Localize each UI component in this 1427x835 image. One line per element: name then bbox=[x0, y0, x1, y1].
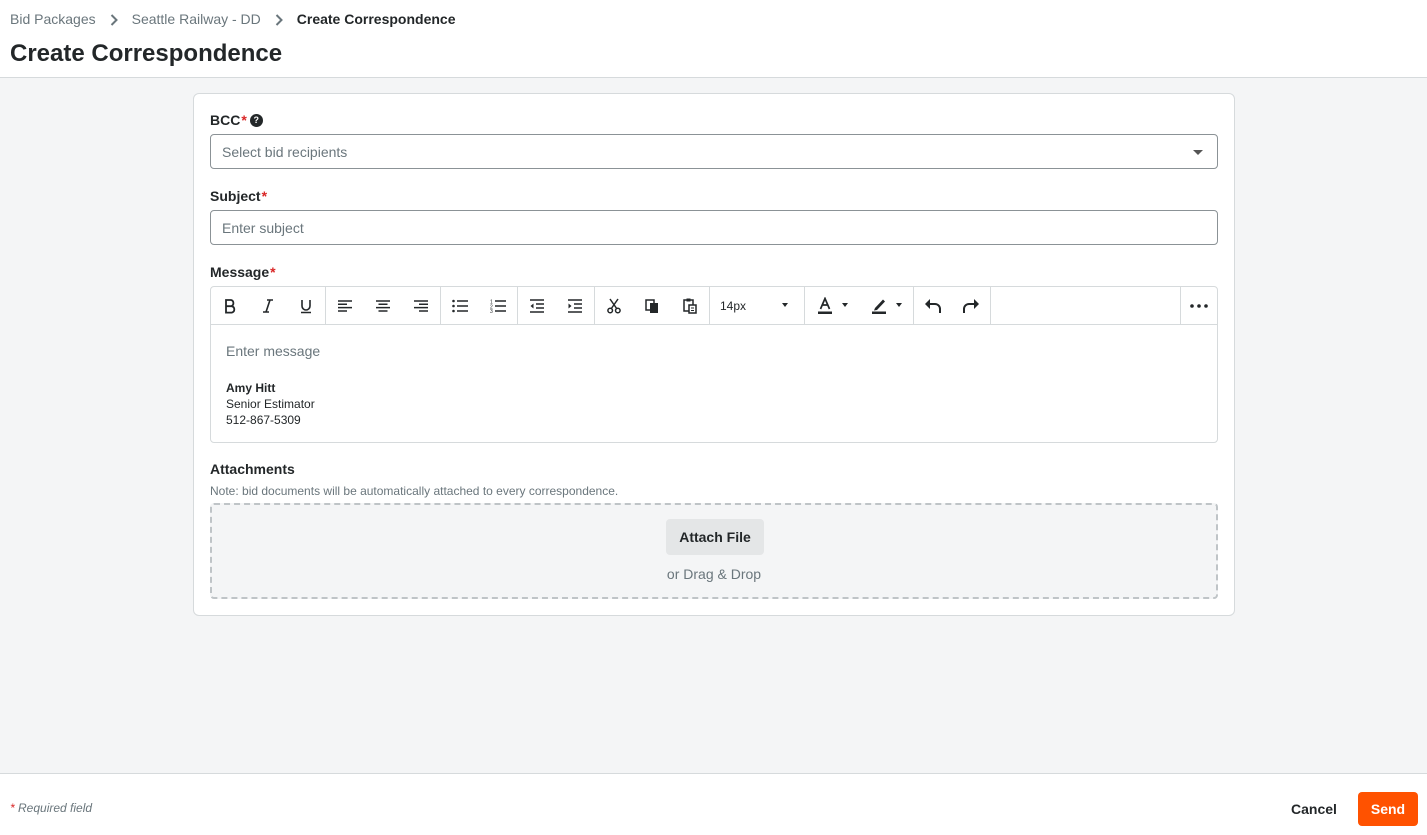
more-icon[interactable] bbox=[1181, 287, 1217, 324]
redo-icon[interactable] bbox=[952, 287, 990, 324]
attach-file-button[interactable]: Attach File bbox=[666, 519, 764, 555]
required-marker: * bbox=[270, 264, 276, 280]
align-left-icon[interactable] bbox=[326, 287, 364, 324]
caret-down-icon bbox=[842, 303, 848, 307]
bcc-recipients-select[interactable]: Select bid recipients bbox=[210, 134, 1218, 169]
file-dropzone[interactable]: Attach File or Drag & Drop bbox=[210, 503, 1218, 599]
align-center-icon[interactable] bbox=[364, 287, 402, 324]
signature-name: Amy Hitt bbox=[226, 381, 276, 395]
chevron-right-icon bbox=[96, 11, 132, 27]
subject-label-text: Subject bbox=[210, 188, 261, 204]
subject-label: Subject * bbox=[210, 188, 267, 204]
font-size-group: 14px bbox=[710, 287, 805, 324]
message-label: Message * bbox=[210, 264, 276, 280]
chevron-right-icon bbox=[261, 11, 297, 27]
message-editor: 123 14px Enter message Amy Hitt Senior E… bbox=[210, 286, 1218, 443]
question-circle-icon[interactable]: ? bbox=[249, 113, 263, 127]
highlight-color-button[interactable] bbox=[859, 287, 913, 324]
font-color-icon bbox=[818, 296, 832, 314]
font-size-value: 14px bbox=[720, 298, 747, 313]
breadcrumb: Bid Packages Seattle Railway - DD Create… bbox=[10, 10, 455, 28]
svg-text:3: 3 bbox=[490, 309, 493, 313]
signature-phone: 512-867-5309 bbox=[226, 413, 301, 427]
email-signature: Amy Hitt Senior Estimator 512-867-5309 bbox=[226, 380, 320, 428]
message-placeholder: Enter message bbox=[226, 343, 321, 359]
message-label-text: Message bbox=[210, 264, 270, 280]
bcc-label-text: BCC bbox=[210, 112, 241, 128]
required-note-text: Required field bbox=[18, 801, 93, 815]
copy-icon[interactable] bbox=[633, 287, 671, 324]
correspondence-form: BCC* ? Select bid recipients Subject* Me… bbox=[193, 93, 1235, 616]
caret-down-icon bbox=[1193, 150, 1203, 155]
color-group bbox=[805, 287, 914, 324]
paste-icon[interactable] bbox=[671, 287, 709, 324]
history-group bbox=[914, 287, 991, 324]
indent-group bbox=[518, 287, 595, 324]
font-color-button[interactable] bbox=[805, 287, 859, 324]
breadcrumb-item-bid-packages[interactable]: Bid Packages bbox=[10, 11, 96, 27]
italic-icon[interactable] bbox=[249, 287, 287, 324]
bcc-select-placeholder: Select bid recipients bbox=[222, 144, 348, 160]
numbered-list-icon[interactable]: 123 bbox=[479, 287, 517, 324]
clipboard-group bbox=[595, 287, 710, 324]
breadcrumb-item-project[interactable]: Seattle Railway - DD bbox=[132, 11, 261, 27]
highlight-color-icon bbox=[872, 299, 886, 314]
attachments-label: Attachments bbox=[210, 461, 295, 477]
text-style-group bbox=[211, 287, 326, 324]
drag-drop-text: or Drag & Drop bbox=[666, 566, 762, 582]
font-size-select[interactable]: 14px bbox=[710, 287, 804, 324]
breadcrumb-item-current: Create Correspondence bbox=[296, 11, 456, 27]
page-title: Create Correspondence bbox=[10, 40, 283, 67]
required-marker: * bbox=[261, 188, 268, 204]
bold-icon[interactable] bbox=[211, 287, 249, 324]
indent-icon[interactable] bbox=[556, 287, 594, 324]
alignment-group bbox=[326, 287, 441, 324]
editor-toolbar: 123 14px bbox=[211, 287, 1217, 325]
toolbar-spacer bbox=[991, 287, 1181, 324]
cut-icon[interactable] bbox=[595, 287, 633, 324]
send-button[interactable]: Send bbox=[1358, 792, 1418, 826]
caret-down-icon bbox=[896, 303, 902, 307]
attachments-note: Note: bid documents will be automaticall… bbox=[210, 484, 619, 498]
align-right-icon[interactable] bbox=[402, 287, 440, 324]
underline-icon[interactable] bbox=[287, 287, 325, 324]
page-footer: * Required field Cancel Send bbox=[0, 773, 1427, 835]
required-marker: * bbox=[10, 801, 15, 815]
required-marker: * bbox=[241, 112, 247, 128]
outdent-icon[interactable] bbox=[518, 287, 556, 324]
undo-icon[interactable] bbox=[914, 287, 952, 324]
signature-title: Senior Estimator bbox=[226, 397, 315, 411]
subject-input[interactable] bbox=[210, 210, 1218, 245]
list-group: 123 bbox=[441, 287, 518, 324]
bcc-label: BCC * ? bbox=[210, 112, 263, 128]
page-header: Bid Packages Seattle Railway - DD Create… bbox=[0, 0, 1427, 78]
cancel-button[interactable]: Cancel bbox=[1282, 792, 1346, 826]
bulleted-list-icon[interactable] bbox=[441, 287, 479, 324]
required-field-note: * Required field bbox=[10, 801, 92, 815]
caret-down-icon bbox=[782, 303, 788, 307]
message-body[interactable]: Enter message Amy Hitt Senior Estimator … bbox=[226, 343, 320, 428]
